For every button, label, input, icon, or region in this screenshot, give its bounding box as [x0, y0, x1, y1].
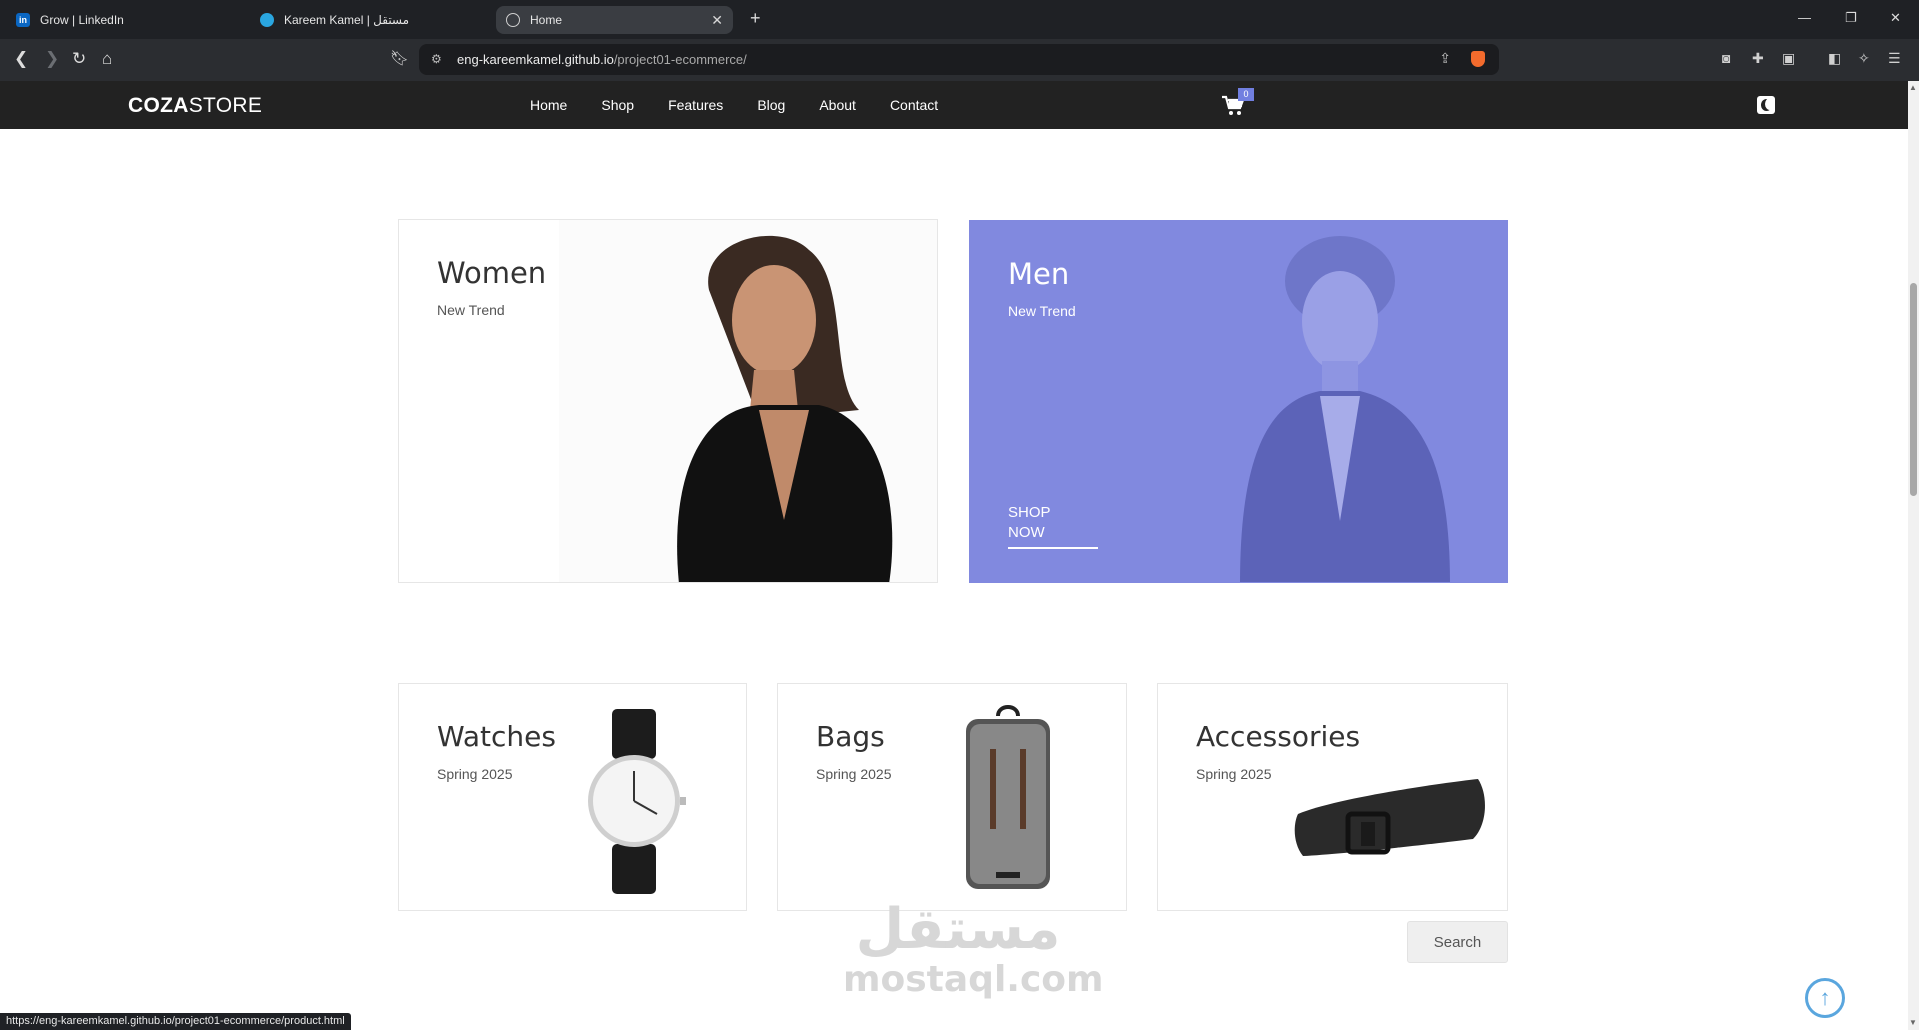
cart-count-badge: 0	[1238, 88, 1254, 101]
man-model-image	[1240, 236, 1450, 582]
screenshot-icon[interactable]: ◙	[1722, 50, 1730, 66]
globe-icon	[506, 13, 520, 27]
banner-title: Men	[1008, 257, 1070, 291]
tab-label: Grow | LinkedIn	[40, 13, 124, 27]
site-header: COZASTORE Home Shop Features Blog About …	[0, 81, 1908, 129]
shop-now-line1: SHOP	[1008, 504, 1051, 521]
banner-subtitle: New Trend	[1008, 303, 1076, 319]
shop-now-underline	[1008, 547, 1098, 549]
main-nav: Home Shop Features Blog About Contact	[530, 97, 972, 113]
nav-shop[interactable]: Shop	[601, 97, 634, 113]
banner-watches[interactable]: Watches Spring 2025	[398, 683, 747, 911]
minimize-icon[interactable]: —	[1798, 10, 1811, 25]
mostaql-watermark: مستقل mostaql.com	[843, 897, 1104, 1000]
dark-mode-toggle-icon[interactable]	[1757, 96, 1775, 114]
watermark-arabic: مستقل	[855, 897, 1061, 962]
back-icon[interactable]: ❮	[14, 49, 28, 69]
banner-title: Bags	[816, 720, 885, 753]
url-text: eng-kareemkamel.github.io/project01-ecom…	[457, 52, 747, 67]
banner-subtitle: Spring 2025	[437, 766, 513, 782]
scroll-thumb[interactable]	[1910, 283, 1917, 496]
woman-model-image	[559, 220, 937, 582]
mostaql-icon	[260, 13, 274, 27]
sidebar-icon[interactable]: ◧	[1828, 50, 1841, 67]
nav-contact[interactable]: Contact	[890, 97, 938, 113]
cart-button[interactable]: 0	[1221, 88, 1254, 117]
watch-image	[588, 709, 686, 894]
reload-icon[interactable]: ↻	[72, 49, 86, 69]
site-settings-icon[interactable]: ⚙	[431, 52, 442, 66]
scroll-up-icon[interactable]: ▲	[1909, 83, 1917, 92]
tab-mostaql[interactable]: Kareem Kamel | مستقل	[250, 6, 480, 34]
restore-icon[interactable]: ❐	[1845, 10, 1857, 26]
banner-men[interactable]: Men New Trend SHOP NOW	[969, 220, 1508, 583]
nav-blog[interactable]: Blog	[757, 97, 785, 113]
banner-accessories[interactable]: Accessories Spring 2025	[1157, 683, 1508, 911]
home-icon[interactable]: ⌂	[102, 49, 112, 69]
nav-features[interactable]: Features	[668, 97, 723, 113]
backpack-image	[966, 705, 1050, 889]
linkedin-icon: in	[16, 13, 30, 27]
menu-icon[interactable]: ☰	[1888, 50, 1901, 67]
banner-women[interactable]: Women New Trend	[398, 219, 938, 583]
banner-title: Women	[437, 256, 547, 290]
leo-ai-icon[interactable]: ✧	[1858, 50, 1870, 67]
tab-home[interactable]: Home ✕	[496, 6, 733, 34]
arrow-up-icon: ↑	[1819, 985, 1831, 1010]
address-bar[interactable]: ⚙ eng-kareemkamel.github.io/project01-ec…	[419, 44, 1499, 75]
banner-subtitle: Spring 2025	[1196, 766, 1272, 782]
banner-bags[interactable]: Bags Spring 2025	[777, 683, 1127, 911]
shop-now-link[interactable]: SHOP NOW	[1008, 503, 1051, 546]
nav-home[interactable]: Home	[530, 97, 567, 113]
search-button[interactable]: Search	[1407, 921, 1508, 963]
browser-tabbar: in Grow | LinkedIn Kareem Kamel | مستقل …	[0, 0, 1919, 39]
extensions-icon[interactable]: ✚	[1752, 50, 1764, 67]
status-bar-url: https://eng-kareemkamel.github.io/projec…	[0, 1013, 351, 1030]
site-logo[interactable]: COZASTORE	[128, 94, 262, 118]
close-window-icon[interactable]: ✕	[1890, 10, 1901, 26]
tab-label: Home	[530, 13, 563, 27]
bookmark-icon[interactable]: 🔖︎	[390, 49, 409, 69]
banner-title: Accessories	[1196, 720, 1361, 753]
share-icon[interactable]: ⇪	[1439, 50, 1451, 67]
nav-about[interactable]: About	[819, 97, 856, 113]
belt-image	[1294, 779, 1485, 856]
banner-subtitle: New Trend	[437, 302, 505, 318]
watermark-latin: mostaql.com	[843, 959, 1104, 1000]
browser-toolbar: ❮ ❯ ↻ ⌂ 🔖︎ ⚙ eng-kareemkamel.github.io/p…	[0, 39, 1919, 81]
close-tab-icon[interactable]: ✕	[711, 12, 723, 29]
page-scrollbar[interactable]: ▲ ▼	[1908, 81, 1919, 1030]
shop-now-line2: NOW	[1008, 524, 1045, 541]
brave-shield-icon[interactable]	[1471, 51, 1485, 67]
new-tab-button[interactable]: +	[750, 8, 761, 29]
banner-title: Watches	[437, 720, 556, 753]
back-to-top-button[interactable]: ↑	[1805, 978, 1845, 1018]
tab-linkedin[interactable]: in Grow | LinkedIn	[6, 6, 236, 34]
wallet-icon[interactable]: ▣	[1782, 50, 1795, 67]
forward-icon[interactable]: ❯	[45, 49, 59, 69]
tab-label: Kareem Kamel | مستقل	[284, 13, 410, 27]
banner-subtitle: Spring 2025	[816, 766, 892, 782]
scroll-down-icon[interactable]: ▼	[1909, 1018, 1917, 1027]
